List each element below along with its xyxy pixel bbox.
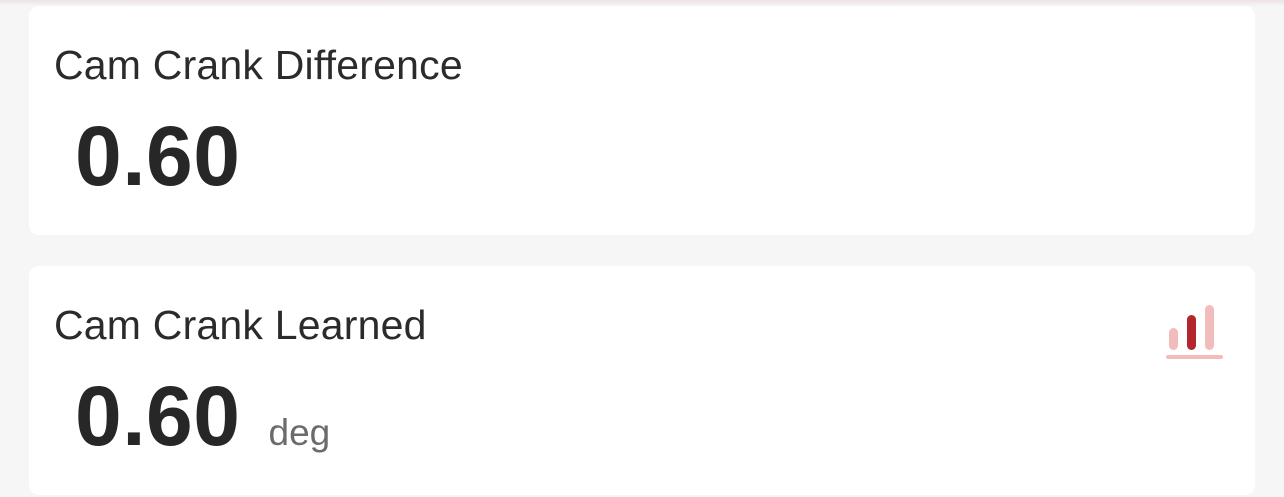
metric-value: 0.60 [75,109,241,203]
metric-value-row: 0.60 [75,114,241,198]
metric-value: 0.60 [75,369,241,463]
bar-chart-icon-baseline [1166,355,1223,359]
metric-title: Cam Crank Learned [54,302,427,348]
bar-chart-icon-bar-medium [1187,315,1196,350]
bar-chart-icon-bar-short [1169,328,1178,350]
metric-card-cam-crank-difference[interactable]: Cam Crank Difference 0.60 [29,6,1255,235]
bar-chart-icon-bar-tall [1205,305,1214,350]
metric-title: Cam Crank Difference [54,42,463,88]
metric-unit: deg [268,412,331,453]
metric-card-cam-crank-learned[interactable]: Cam Crank Learned 0.60 deg [29,266,1255,495]
bar-chart-icon[interactable] [1166,304,1224,364]
metric-value-row: 0.60 deg [75,374,330,458]
